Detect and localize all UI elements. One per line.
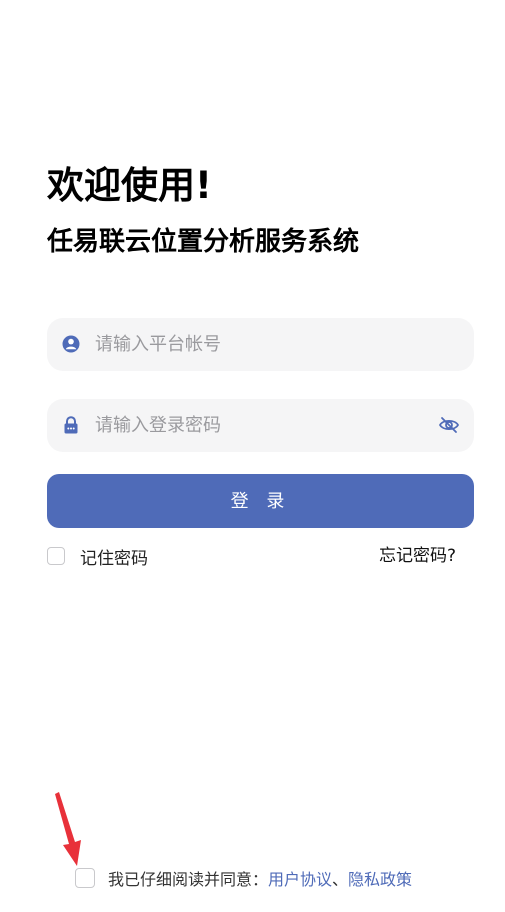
agreement-row: 我已仔细阅读并同意： 用户协议 、 隐私政策 (75, 866, 412, 890)
red-arrow-annotation (55, 792, 81, 866)
lock-icon (64, 416, 78, 434)
agreement-prefix: 我已仔细阅读并同意： (108, 870, 269, 889)
password-field[interactable] (47, 399, 474, 452)
login-button[interactable]: 登 录 (47, 474, 474, 528)
system-name-title: 任易联云位置分析服务系统 (47, 227, 360, 257)
eye-off-icon[interactable] (438, 414, 460, 436)
agreement-checkbox[interactable] (75, 868, 95, 888)
account-field[interactable] (47, 318, 474, 371)
privacy-policy-link[interactable]: 隐私政策 (348, 866, 412, 890)
welcome-title: 欢迎使用! (47, 164, 212, 207)
account-input[interactable] (95, 318, 425, 371)
agreement-separator: 、 (332, 870, 349, 889)
password-input[interactable] (95, 399, 425, 452)
user-icon (62, 335, 80, 353)
remember-password[interactable]: 记住密码 (47, 545, 148, 569)
remember-label: 记住密码 (80, 548, 148, 569)
forgot-password-link[interactable]: 忘记密码? (379, 545, 456, 567)
user-agreement-link[interactable]: 用户协议 (268, 866, 332, 890)
remember-checkbox[interactable] (47, 547, 65, 565)
